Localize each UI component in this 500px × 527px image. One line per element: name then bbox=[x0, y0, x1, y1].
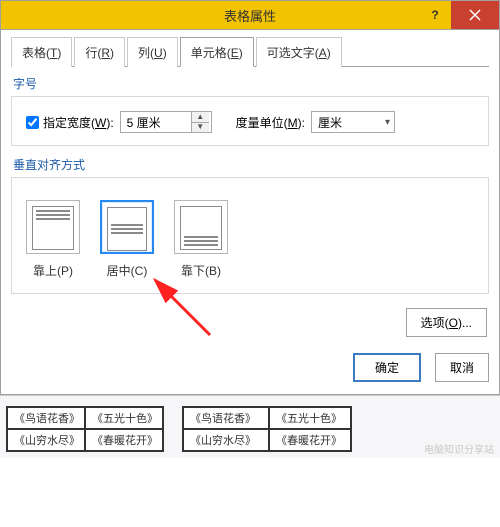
preview-table-right: 《鸟语花香》 《山穷水尽》 《五光十色》 《春暖花开》 bbox=[182, 406, 352, 452]
help-button[interactable]: ? bbox=[419, 1, 451, 29]
size-group-label: 字号 bbox=[13, 75, 489, 92]
spin-down-icon[interactable]: ▼ bbox=[192, 123, 209, 133]
valign-top-label: 靠上(P) bbox=[26, 262, 80, 279]
preview-table-left: 《鸟语花香》 《五光十色》 《山穷水尽》 《春暖花开》 bbox=[6, 406, 164, 452]
table-cell: 《山穷水尽》 bbox=[183, 429, 269, 451]
width-input[interactable] bbox=[121, 112, 191, 132]
titlebar: 表格属性 ? bbox=[0, 0, 500, 30]
valign-center-option[interactable]: 居中(C) bbox=[100, 200, 154, 279]
table-cell: 《五光十色》 bbox=[85, 407, 163, 429]
table-cell: 《山穷水尽》 bbox=[7, 429, 85, 451]
size-group: 指定宽度(W): ▲ ▼ 度量单位(M): 厘米 ▾ bbox=[11, 96, 489, 146]
ok-button[interactable]: 确定 bbox=[353, 353, 421, 382]
close-button[interactable] bbox=[451, 1, 499, 29]
close-icon bbox=[469, 9, 481, 21]
tab-cell[interactable]: 单元格(E) bbox=[180, 37, 254, 67]
measure-unit-select[interactable]: 厘米 ▾ bbox=[311, 111, 395, 133]
cancel-button[interactable]: 取消 bbox=[435, 353, 489, 382]
specify-width-label: 指定宽度(W): bbox=[43, 114, 114, 131]
table-cell: 《五光十色》 bbox=[269, 407, 351, 429]
specify-width-checkbox[interactable] bbox=[26, 116, 39, 129]
spin-up-icon[interactable]: ▲ bbox=[192, 112, 209, 123]
table-cell: 《春暖花开》 bbox=[269, 429, 351, 451]
valign-bottom-label: 靠下(B) bbox=[174, 262, 228, 279]
valign-group-label: 垂直对齐方式 bbox=[13, 156, 489, 173]
options-button[interactable]: 选项(O)... bbox=[406, 308, 487, 337]
tab-strip: 表格(T) 行(R) 列(U) 单元格(E) 可选文字(A) bbox=[11, 36, 489, 67]
table-cell: 《鸟语花香》 bbox=[183, 407, 269, 429]
valign-center-icon bbox=[100, 200, 154, 254]
valign-group: 靠上(P) 居中(C) 靠下(B) bbox=[11, 177, 489, 294]
valign-center-label: 居中(C) bbox=[100, 262, 154, 279]
dialog-body: 表格(T) 行(R) 列(U) 单元格(E) 可选文字(A) 字号 指定宽度(W… bbox=[0, 30, 500, 395]
watermark: 电脑知识分享站 bbox=[424, 441, 494, 456]
dialog-title: 表格属性 bbox=[224, 6, 276, 25]
measure-unit-label: 度量单位(M): bbox=[236, 114, 305, 131]
tab-column[interactable]: 列(U) bbox=[127, 37, 178, 67]
width-spinner[interactable]: ▲ ▼ bbox=[120, 111, 212, 133]
chevron-down-icon: ▾ bbox=[385, 117, 390, 128]
table-cell: 《鸟语花香》 bbox=[7, 407, 85, 429]
valign-top-icon bbox=[26, 200, 80, 254]
measure-unit-value: 厘米 bbox=[318, 114, 342, 131]
tab-alt-text[interactable]: 可选文字(A) bbox=[256, 37, 342, 67]
tab-table[interactable]: 表格(T) bbox=[11, 37, 72, 67]
valign-bottom-icon bbox=[174, 200, 228, 254]
valign-top-option[interactable]: 靠上(P) bbox=[26, 200, 80, 279]
table-cell: 《春暖花开》 bbox=[85, 429, 163, 451]
valign-bottom-option[interactable]: 靠下(B) bbox=[174, 200, 228, 279]
tab-row[interactable]: 行(R) bbox=[74, 37, 125, 67]
